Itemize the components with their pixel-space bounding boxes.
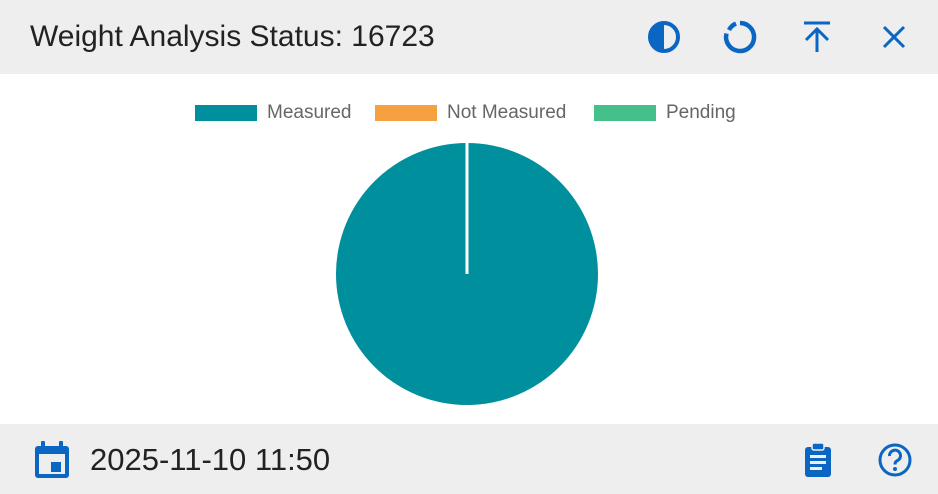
- upload-button[interactable]: [797, 17, 837, 57]
- legend-label-pending: Pending: [666, 102, 736, 123]
- close-button[interactable]: [874, 17, 914, 57]
- calendar-button[interactable]: [32, 440, 72, 480]
- refresh-icon: [723, 20, 757, 54]
- upload-icon: [804, 21, 830, 52]
- close-icon: [882, 25, 906, 49]
- legend-swatch-not-measured: [375, 105, 437, 121]
- contrast-button[interactable]: [644, 17, 684, 57]
- chart-panel: Measured Not Measured Pending: [0, 74, 938, 424]
- contrast-icon: [648, 21, 680, 53]
- clipboard-button[interactable]: [798, 440, 838, 480]
- legend-item-pending[interactable]: Pending: [594, 102, 736, 124]
- legend-swatch-measured: [195, 105, 257, 121]
- legend-swatch-pending: [594, 105, 656, 121]
- datetime-label: 2025-11-10 11:50: [90, 442, 331, 477]
- legend-item-not-measured[interactable]: Not Measured: [375, 102, 566, 124]
- help-icon: [878, 443, 912, 477]
- pie-chart: [336, 143, 598, 405]
- chart-legend: Measured Not Measured Pending: [0, 102, 938, 124]
- legend-item-measured[interactable]: Measured: [195, 102, 352, 124]
- calendar-icon: [35, 441, 69, 478]
- page-title: Weight Analysis Status: 16723: [30, 20, 435, 53]
- header-bar: Weight Analysis Status: 16723: [0, 0, 938, 74]
- legend-label-measured: Measured: [267, 102, 352, 123]
- footer-bar: 2025-11-10 11:50: [0, 424, 938, 494]
- clipboard-icon: [805, 442, 831, 477]
- help-button[interactable]: [875, 440, 915, 480]
- refresh-button[interactable]: [720, 17, 760, 57]
- legend-label-not-measured: Not Measured: [447, 102, 567, 123]
